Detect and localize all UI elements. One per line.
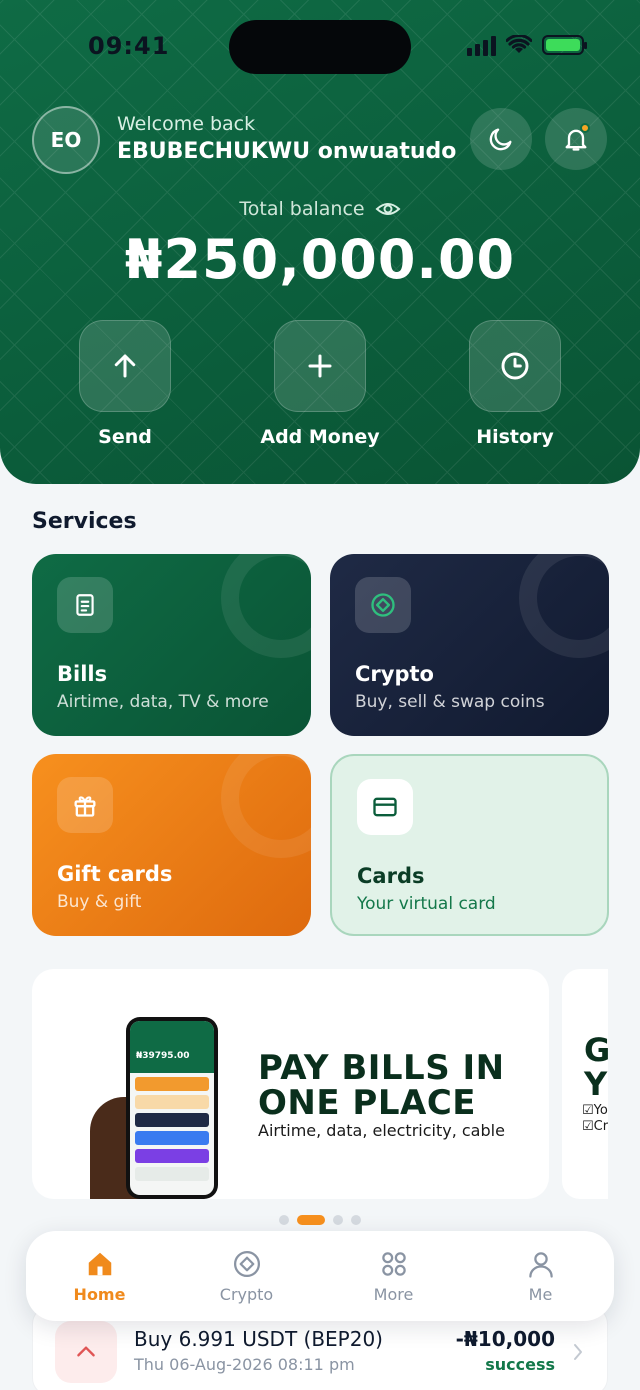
status-bar: 09:41 — [0, 0, 640, 92]
services-title: Services — [32, 509, 137, 534]
decor-ring — [221, 754, 311, 858]
service-card-cards[interactable]: Cards Your virtual card — [330, 754, 609, 936]
banner-subtitle: Airtime, data, electricity, cable — [258, 1121, 505, 1140]
service-subtitle: Airtime, data, TV & more — [57, 692, 269, 712]
carousel-dot-active[interactable] — [297, 1215, 325, 1225]
promo-banner-next[interactable]: G Y ☑Yo ☑Cr — [562, 969, 608, 1199]
coin-icon — [371, 593, 395, 617]
service-card-bills[interactable]: Bills Airtime, data, TV & more — [32, 554, 311, 736]
peek-line-1: ☑Yo — [582, 1103, 608, 1118]
nav-crypto-label: Crypto — [219, 1284, 274, 1304]
banner-headline-line-2: ONE PLACE — [258, 1083, 476, 1123]
promo-banner[interactable]: ₦39795.00 PAY BILLS IN ONE PLACE Airtime… — [32, 969, 549, 1199]
bills-icon-box — [57, 577, 113, 633]
total-balance-label: Total balance — [239, 198, 365, 220]
transaction-date: Thu 06-Aug-2026 08:11 pm — [134, 1355, 355, 1374]
notification-dot — [580, 123, 590, 133]
send-label: Send — [98, 426, 152, 448]
transaction-amount: -₦10,000 — [455, 1327, 555, 1351]
decor-ring — [519, 554, 609, 658]
service-subtitle: Your virtual card — [357, 894, 496, 914]
eye-icon[interactable] — [375, 199, 401, 219]
history-label: History — [476, 426, 554, 448]
service-title: Bills — [57, 662, 108, 686]
nav-me-label: Me — [528, 1284, 553, 1304]
service-card-crypto[interactable]: Crypto Buy, sell & swap coins — [330, 554, 609, 736]
nav-home-label: Home — [73, 1284, 126, 1304]
banner-headline-line-1: PAY BILLS IN — [258, 1048, 505, 1088]
chevron-up-icon — [77, 1346, 95, 1357]
signal-icon — [467, 34, 496, 56]
nav-more[interactable]: More — [334, 1249, 454, 1304]
home-icon — [88, 1252, 111, 1275]
send-button[interactable]: Send — [79, 320, 171, 448]
history-button-box[interactable] — [469, 320, 561, 412]
chevron-right-icon — [574, 1344, 582, 1360]
theme-toggle-button[interactable] — [470, 108, 532, 170]
nav-more-label: More — [373, 1284, 414, 1304]
nav-home[interactable]: Home — [40, 1249, 160, 1304]
peek-line-2: ☑Cr — [582, 1119, 608, 1134]
decor-ring — [221, 554, 311, 658]
cards-icon-box — [357, 779, 413, 835]
transaction-status: success — [485, 1355, 555, 1374]
gift-icon — [74, 796, 96, 817]
peek-letter-1: G — [584, 1031, 608, 1069]
wifi-icon — [506, 35, 532, 53]
service-title: Cards — [357, 864, 425, 888]
add-money-button[interactable]: Add Money — [260, 320, 380, 448]
arrow-up-icon — [114, 354, 136, 378]
card-icon — [373, 797, 397, 817]
service-title: Crypto — [355, 662, 434, 686]
bottom-nav: Home Crypto More Me — [26, 1231, 614, 1321]
user-icon — [528, 1251, 553, 1278]
carousel-dot[interactable] — [279, 1215, 289, 1225]
phone-illustration: ₦39795.00 — [126, 1017, 218, 1199]
hero-header: 09:41 EO Welcome back EBUBECHUKWU onwuat… — [0, 0, 640, 484]
status-time: 09:41 — [88, 32, 170, 60]
grid-icon — [381, 1251, 406, 1276]
service-title: Gift cards — [57, 862, 173, 886]
gift-icon-box — [57, 777, 113, 833]
banner-headline: PAY BILLS IN ONE PLACE — [258, 1051, 505, 1121]
coin-icon — [233, 1250, 260, 1277]
notifications-button[interactable] — [545, 108, 607, 170]
service-subtitle: Buy & gift — [57, 892, 142, 912]
crypto-icon-box — [355, 577, 411, 633]
service-subtitle: Buy, sell & swap coins — [355, 692, 545, 712]
nav-me[interactable]: Me — [481, 1249, 601, 1304]
carousel-dot[interactable] — [333, 1215, 343, 1225]
service-card-gift-cards[interactable]: Gift cards Buy & gift — [32, 754, 311, 936]
document-icon — [76, 594, 94, 616]
phone-balance: ₦39795.00 — [130, 1021, 214, 1073]
moon-icon — [489, 128, 512, 151]
avatar[interactable]: EO — [32, 106, 100, 174]
balance-amount: ₦250,000.00 — [124, 228, 516, 291]
add-money-label: Add Money — [260, 426, 380, 448]
add-money-button-box[interactable] — [274, 320, 366, 412]
transaction-icon-box — [55, 1321, 117, 1383]
nav-crypto[interactable]: Crypto — [187, 1249, 307, 1304]
transaction-title: Buy 6.991 USDT (BEP20) — [134, 1327, 383, 1351]
welcome-text: Welcome back — [117, 113, 256, 135]
clock-icon — [501, 352, 529, 380]
dynamic-island — [229, 20, 411, 74]
battery-icon — [542, 35, 587, 55]
username: EBUBECHUKWU onwuatudo — [117, 139, 457, 164]
send-button-box[interactable] — [79, 320, 171, 412]
status-icons — [467, 34, 587, 56]
total-balance-row: Total balance — [0, 198, 640, 220]
peek-letter-2: Y — [584, 1065, 608, 1103]
plus-icon — [308, 354, 332, 378]
carousel-dot[interactable] — [351, 1215, 361, 1225]
history-button[interactable]: History — [469, 320, 561, 448]
carousel-dots — [0, 1215, 640, 1225]
